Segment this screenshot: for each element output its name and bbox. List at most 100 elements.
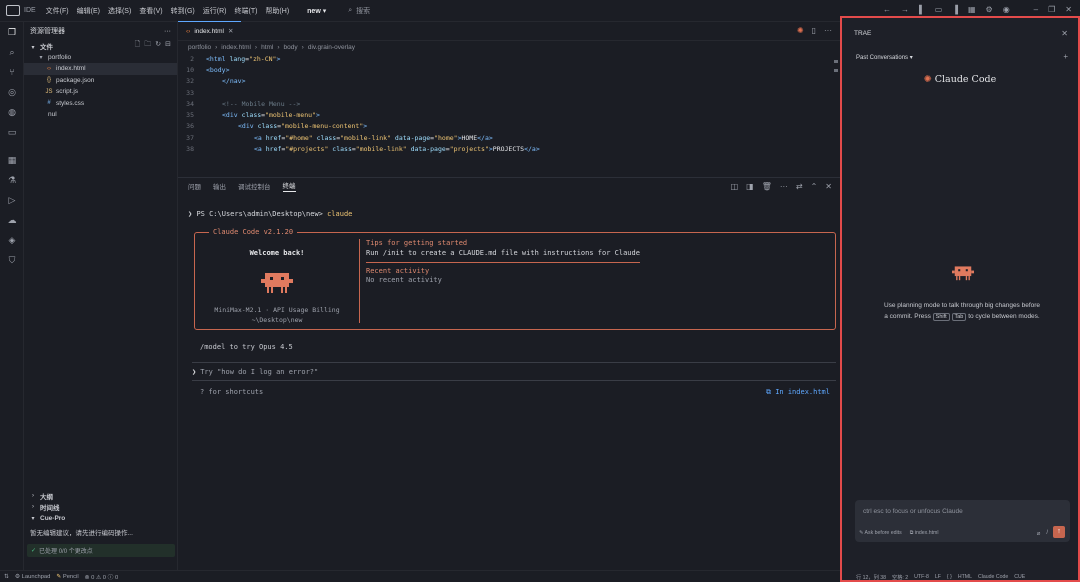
tree-item[interactable]: nul — [24, 109, 177, 121]
layout-grid-icon[interactable]: ▦ — [968, 5, 976, 14]
input-options: ✎ Ask before edits ⧉ index.html — [859, 530, 939, 537]
globe-icon[interactable]: ◍ — [0, 102, 24, 122]
menu-edit[interactable]: 编辑(E) — [77, 6, 100, 16]
play-icon[interactable]: ▷ — [0, 190, 24, 210]
close-panel-icon[interactable]: ✕ — [825, 182, 832, 191]
minimize-icon[interactable]: – — [1034, 5, 1038, 14]
pencil-item[interactable]: ✎ Pencil — [56, 574, 78, 580]
claude-burst-icon[interactable]: ✺ — [797, 26, 804, 35]
account-icon[interactable]: ◉ — [1003, 5, 1010, 14]
settings-gear-icon[interactable]: ⚙ — [986, 5, 993, 14]
more-icon[interactable]: ··· — [164, 28, 171, 35]
forward-icon[interactable]: → — [901, 5, 909, 14]
split-editor-icon[interactable]: ▯ — [812, 26, 816, 35]
send-button[interactable]: ↑ — [1053, 526, 1065, 538]
back-icon[interactable]: ← — [883, 5, 891, 14]
panel-toggle-icon[interactable]: ⇄ — [796, 182, 803, 191]
code-line: 10 <body> — [178, 64, 840, 75]
code-view[interactable]: 2 <html lang = "zh-CN" >10 <body> 32 </nav> 33 34… — [178, 53, 840, 177]
menu-select[interactable]: 选择(S) — [108, 6, 131, 16]
layout-panel-icon[interactable]: ▭ — [935, 5, 943, 14]
claude-code-status[interactable]: Claude Code — [978, 574, 1008, 580]
breadcrumb-item[interactable]: portfolio — [188, 44, 211, 51]
cue-status[interactable]: CUE — [1014, 574, 1025, 580]
cue-pro-section[interactable]: ▾ Cue-Pro — [24, 513, 178, 525]
braces-item[interactable]: { } — [947, 574, 952, 580]
command-search[interactable]: ⌕ 搜索 — [348, 6, 370, 16]
close-tab-icon[interactable]: ✕ — [228, 27, 233, 35]
restore-icon[interactable]: ❐ — [1048, 5, 1055, 14]
tab-problems[interactable]: 问题 — [188, 181, 201, 191]
menu-terminal[interactable]: 终端(T) — [234, 6, 257, 16]
tree-item[interactable]: ‹› index.html — [24, 63, 177, 75]
new-folder-icon[interactable]: 🗀 — [144, 40, 151, 51]
project-switcher[interactable]: new ▾ — [307, 7, 326, 15]
source-control-icon[interactable]: ⑂ — [0, 62, 24, 82]
timeline-section[interactable]: › 时间线 — [24, 502, 178, 514]
tree-item[interactable]: {} package.json — [24, 75, 177, 87]
extensions-icon[interactable]: ▦ — [0, 150, 24, 170]
trash-icon[interactable]: 🗑 — [762, 182, 772, 191]
launchpad-item[interactable]: ⚙ Launchpad — [15, 574, 51, 580]
menu-goto[interactable]: 转到(G) — [171, 6, 195, 16]
language-mode[interactable]: HTML — [958, 574, 972, 580]
tab-index-html[interactable]: ‹› index.html ✕ — [178, 21, 242, 40]
claude-input[interactable]: ❯ Try "how do I log an error?" — [192, 368, 318, 376]
search-activity-icon[interactable]: ⌕ — [0, 42, 24, 62]
problems-counter[interactable]: ⊗ 0 ⚠ 0 ⓘ 0 — [85, 572, 119, 581]
editor-tabs: ‹› index.html ✕ ✺ ▯ ··· — [178, 21, 840, 41]
cloud-icon[interactable]: ☁ — [0, 210, 24, 230]
editor-more-icon[interactable]: ··· — [824, 26, 832, 35]
code-token: <a — [254, 145, 266, 154]
paperclip-icon[interactable]: ⌀ — [1037, 530, 1041, 537]
past-conversations-dropdown[interactable]: Past Conversations ▾ — [856, 54, 913, 61]
menu-help[interactable]: 帮助(H) — [265, 6, 289, 16]
code-token: href — [265, 133, 282, 142]
encoding[interactable]: UTF-8 — [914, 574, 929, 580]
flask-icon[interactable]: ⚗ — [0, 170, 24, 190]
breadcrumb-item[interactable]: html — [261, 44, 273, 51]
panel-more-icon[interactable]: ··· — [780, 182, 788, 191]
tree-item[interactable]: JS script.js — [24, 86, 177, 98]
layers-icon[interactable]: ◈ — [0, 230, 24, 250]
menu-run[interactable]: 运行(R) — [203, 6, 227, 16]
refresh-icon[interactable]: ↻ — [155, 40, 161, 51]
code-token: HOME — [461, 133, 478, 142]
tab-debug-console[interactable]: 调试控制台 — [238, 181, 271, 191]
outline-section[interactable]: › 大纲 — [24, 490, 178, 502]
breadcrumb-item[interactable]: index.html — [221, 44, 251, 51]
new-conversation-icon[interactable]: + — [1063, 52, 1068, 61]
maximize-panel-icon[interactable]: ⌃ — [811, 182, 818, 191]
close-panel-icon[interactable]: ✕ — [1061, 29, 1068, 38]
claude-chat-input[interactable]: ctrl esc to focus or unfocus Claude ✎ As… — [855, 500, 1070, 542]
indentation[interactable]: 空格: 2 — [892, 574, 908, 581]
menu-file[interactable]: 文件(F) — [46, 6, 69, 16]
chat-icon[interactable]: ▭ — [0, 122, 24, 142]
split-terminal-icon[interactable]: ◨ — [746, 182, 754, 191]
new-file-icon[interactable]: 🗋 — [135, 40, 141, 51]
layout-sidebar-icon[interactable]: ▌ — [919, 5, 925, 14]
eye-icon[interactable]: ◎ — [0, 82, 24, 102]
breadcrumb-item[interactable]: div.grain-overlay — [308, 44, 355, 51]
tree-item[interactable]: ▾ portfolio — [24, 52, 177, 64]
breadcrumb-item[interactable]: body — [284, 44, 298, 51]
ask-before-edits-toggle[interactable]: ✎ Ask before edits — [859, 530, 902, 537]
files-section-header[interactable]: ▾ 文件 🗋 🗀 ↻ ⊟ — [24, 40, 177, 52]
close-window-icon[interactable]: ✕ — [1065, 5, 1072, 14]
shield-icon[interactable]: ⛉ — [0, 250, 24, 270]
context-file-chip[interactable]: ⧉ index.html — [910, 530, 939, 537]
explorer-icon[interactable]: ❐ — [0, 22, 24, 42]
cursor-position[interactable]: 行 12，列 38 — [856, 574, 886, 581]
minimap-scrollbar[interactable] — [834, 60, 838, 100]
remote-icon[interactable]: ⇅ — [4, 574, 9, 580]
slash-command-button[interactable]: / — [1046, 530, 1048, 537]
collapse-icon[interactable]: ⊟ — [165, 40, 171, 51]
terminal-list-icon[interactable]: ◫ — [731, 182, 739, 191]
tree-item[interactable]: # styles.css — [24, 98, 177, 110]
tab-output[interactable]: 输出 — [213, 181, 226, 191]
menu-view[interactable]: 查看(V) — [139, 6, 162, 16]
tab-terminal[interactable]: 终端 — [282, 180, 296, 192]
line-ending[interactable]: LF — [935, 574, 941, 580]
code-token: <div — [222, 111, 242, 120]
layout-right-icon[interactable]: ▐ — [952, 5, 958, 14]
